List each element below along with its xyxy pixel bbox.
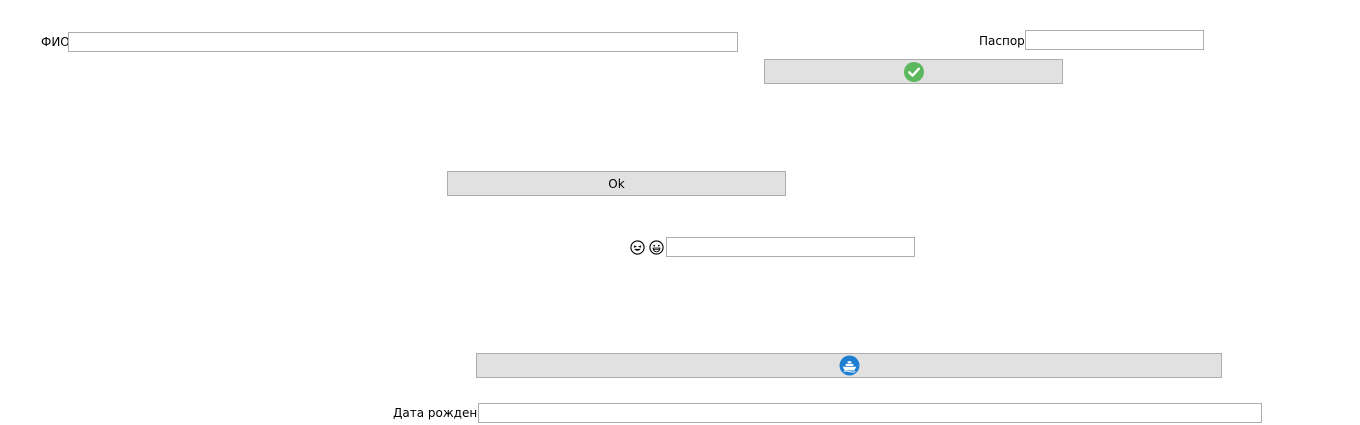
laughing-face-icon bbox=[630, 240, 645, 255]
ship-circle-icon bbox=[839, 355, 860, 376]
fio-input[interactable] bbox=[68, 32, 738, 52]
emoji-input[interactable] bbox=[666, 237, 915, 257]
passport-label: Паспорт bbox=[979, 34, 1032, 48]
fio-label: ФИО bbox=[41, 35, 70, 49]
grinning-face-icon bbox=[649, 240, 664, 255]
ship-button[interactable] bbox=[476, 353, 1222, 378]
confirm-button[interactable] bbox=[764, 59, 1063, 84]
check-circle-icon bbox=[903, 61, 924, 82]
passport-input[interactable] bbox=[1025, 30, 1204, 50]
ok-button-label: Ok bbox=[608, 176, 625, 191]
birth-date-input[interactable] bbox=[478, 403, 1262, 423]
ok-button[interactable]: Ok bbox=[447, 171, 786, 196]
